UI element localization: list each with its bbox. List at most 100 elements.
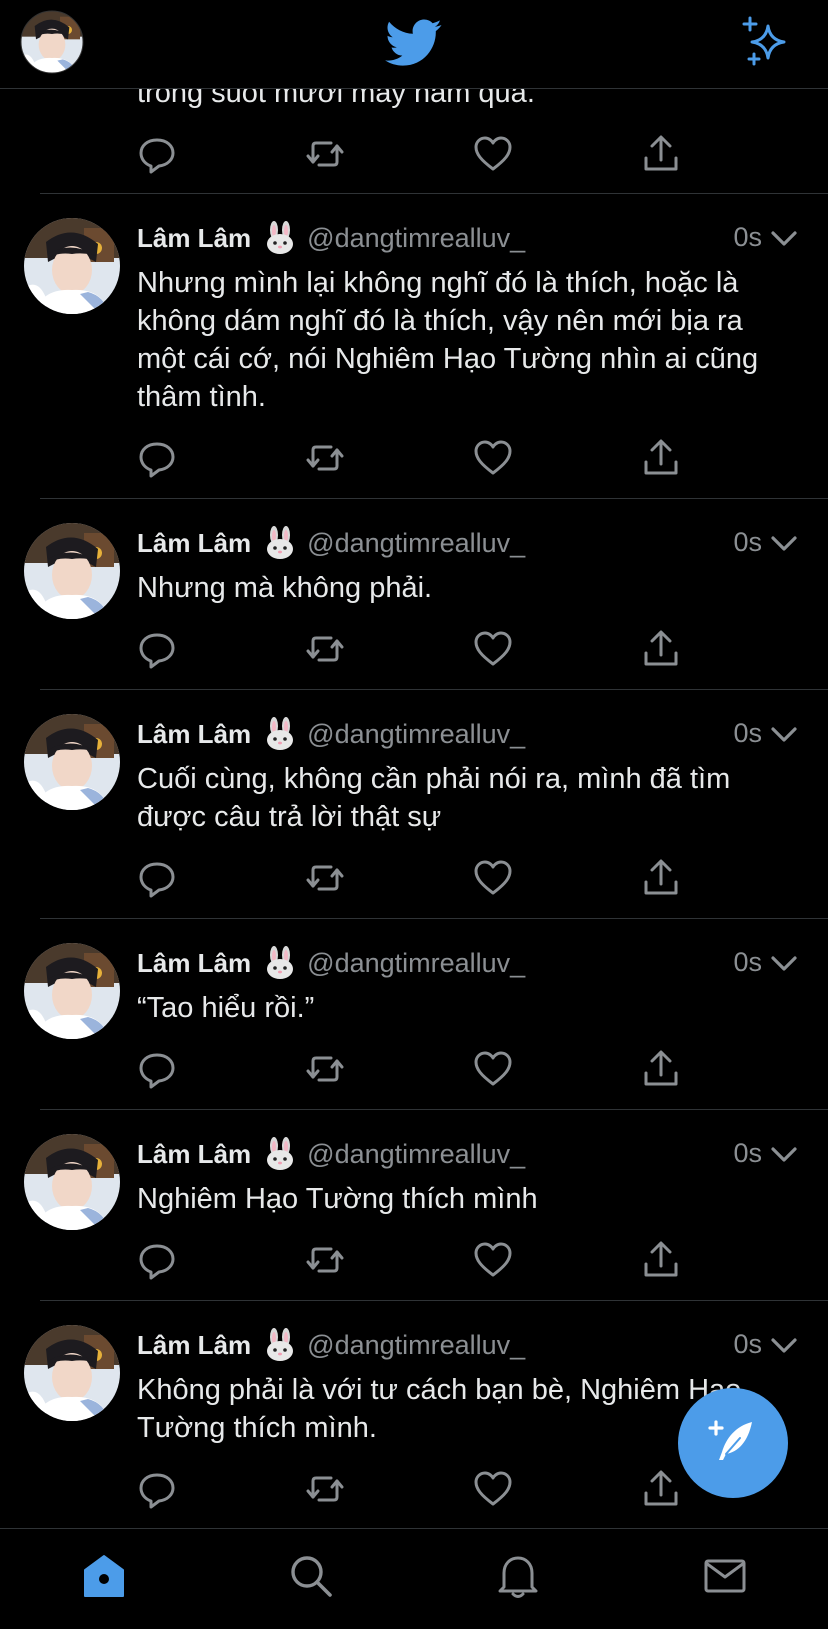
user-handle[interactable]: @dangtimrealluv_	[307, 948, 525, 979]
tweet-header: Lâm Lâm @dangtimrealluv_	[137, 945, 525, 981]
share-icon[interactable]	[641, 1469, 681, 1509]
display-name[interactable]: Lâm Lâm	[137, 1330, 251, 1361]
share-icon[interactable]	[641, 858, 681, 898]
search-icon[interactable]	[288, 1553, 334, 1599]
avatar[interactable]	[24, 943, 120, 1039]
user-handle[interactable]: @dangtimrealluv_	[307, 719, 525, 750]
tweet[interactable]: Lâm Lâm @dangtimrealluv_ 0s Nhưng mình l…	[0, 194, 828, 498]
like-icon[interactable]	[473, 629, 513, 669]
tweet-text: trong suốt mười mấy năm qua.	[137, 88, 535, 109]
tweet-actions	[137, 858, 697, 898]
display-name[interactable]: Lâm Lâm	[137, 948, 251, 979]
mail-icon[interactable]	[702, 1553, 748, 1599]
chevron-down-icon[interactable]	[770, 535, 798, 553]
chevron-down-icon[interactable]	[770, 726, 798, 744]
reply-icon[interactable]	[137, 629, 177, 669]
tweet-header: Lâm Lâm @dangtimrealluv_	[137, 525, 525, 561]
tweet-actions	[137, 438, 697, 478]
tweet-header: Lâm Lâm @dangtimrealluv_	[137, 1136, 525, 1172]
share-icon[interactable]	[641, 629, 681, 669]
avatar[interactable]	[24, 714, 120, 810]
reply-icon[interactable]	[137, 1469, 177, 1509]
display-name[interactable]: Lâm Lâm	[137, 719, 251, 750]
avatar[interactable]	[24, 523, 120, 619]
user-handle[interactable]: @dangtimrealluv_	[307, 528, 525, 559]
tweet-text: “Tao hiểu rồi.”	[137, 992, 315, 1024]
chevron-down-icon[interactable]	[770, 1146, 798, 1164]
timestamp: 0s	[733, 718, 762, 748]
like-icon[interactable]	[473, 134, 513, 174]
tweet-text: Nhưng mà không phải.	[137, 572, 433, 604]
timestamp: 0s	[733, 222, 762, 252]
tweet-text: Cuối cùng, không cần phải nói ra, mình đ…	[137, 763, 731, 833]
reply-icon[interactable]	[137, 1240, 177, 1280]
tweet[interactable]: Lâm Lâm @dangtimrealluv_ 0s Nhưng mà khô…	[0, 499, 828, 689]
tweet-header: Lâm Lâm @dangtimrealluv_	[137, 716, 525, 752]
home-icon[interactable]	[81, 1553, 127, 1599]
top-header	[0, 0, 828, 89]
timestamp: 0s	[733, 1138, 762, 1168]
compose-tweet-button[interactable]	[678, 1388, 788, 1498]
tweet-actions	[137, 1049, 697, 1089]
feather-compose-icon	[708, 1420, 752, 1460]
like-icon[interactable]	[473, 1240, 513, 1280]
sparkle-icon[interactable]	[740, 16, 790, 66]
tweet[interactable]: Lâm Lâm @dangtimrealluv_ 0s “Tao hiểu rồ…	[0, 919, 828, 1109]
chevron-down-icon[interactable]	[770, 955, 798, 973]
tweet-actions	[137, 1240, 697, 1280]
like-icon[interactable]	[473, 858, 513, 898]
avatar[interactable]	[24, 1325, 120, 1421]
bottom-tab-bar	[0, 1528, 828, 1629]
avatar[interactable]	[24, 1134, 120, 1230]
chevron-down-icon[interactable]	[770, 1337, 798, 1355]
tweet-actions	[137, 1469, 697, 1509]
retweet-icon[interactable]	[305, 1240, 345, 1280]
retweet-icon[interactable]	[305, 1049, 345, 1089]
tweet[interactable]: Lâm Lâm @dangtimrealluv_ 0s Cuối cùng, k…	[0, 690, 828, 918]
tweet-text: Nghiêm Hạo Tường thích mình	[137, 1183, 538, 1215]
share-icon[interactable]	[641, 134, 681, 174]
tweet-actions	[137, 134, 697, 174]
timestamp: 0s	[733, 947, 762, 977]
reply-icon[interactable]	[137, 438, 177, 478]
tweet-header: Lâm Lâm @dangtimrealluv_	[137, 1327, 525, 1363]
profile-avatar[interactable]	[20, 10, 84, 74]
like-icon[interactable]	[473, 1469, 513, 1509]
timestamp: 0s	[733, 527, 762, 557]
partial-tweet[interactable]: trong suốt mười mấy năm qua.	[0, 88, 828, 193]
rabbit-emoji-icon	[263, 946, 297, 980]
tweet[interactable]: Lâm Lâm @dangtimrealluv_ 0s Nghiêm Hạo T…	[0, 1110, 828, 1300]
share-icon[interactable]	[641, 438, 681, 478]
rabbit-emoji-icon	[263, 221, 297, 255]
reply-icon[interactable]	[137, 134, 177, 174]
display-name[interactable]: Lâm Lâm	[137, 528, 251, 559]
reply-icon[interactable]	[137, 1049, 177, 1089]
retweet-icon[interactable]	[305, 438, 345, 478]
tweet-header: Lâm Lâm @dangtimrealluv_	[137, 220, 525, 256]
share-icon[interactable]	[641, 1049, 681, 1089]
share-icon[interactable]	[641, 1240, 681, 1280]
like-icon[interactable]	[473, 1049, 513, 1089]
user-handle[interactable]: @dangtimrealluv_	[307, 1330, 525, 1361]
display-name[interactable]: Lâm Lâm	[137, 223, 251, 254]
display-name[interactable]: Lâm Lâm	[137, 1139, 251, 1170]
avatar[interactable]	[24, 218, 120, 314]
retweet-icon[interactable]	[305, 1469, 345, 1509]
retweet-icon[interactable]	[305, 629, 345, 669]
rabbit-emoji-icon	[263, 526, 297, 560]
chevron-down-icon[interactable]	[770, 230, 798, 248]
user-handle[interactable]: @dangtimrealluv_	[307, 1139, 525, 1170]
timestamp: 0s	[733, 1329, 762, 1359]
bell-icon[interactable]	[495, 1553, 541, 1599]
tweet-actions	[137, 629, 697, 669]
like-icon[interactable]	[473, 438, 513, 478]
user-handle[interactable]: @dangtimrealluv_	[307, 223, 525, 254]
rabbit-emoji-icon	[263, 1328, 297, 1362]
rabbit-emoji-icon	[263, 717, 297, 751]
retweet-icon[interactable]	[305, 858, 345, 898]
reply-icon[interactable]	[137, 858, 177, 898]
rabbit-emoji-icon	[263, 1137, 297, 1171]
twitter-bird-icon[interactable]	[384, 18, 444, 68]
retweet-icon[interactable]	[305, 134, 345, 174]
tweet-text: Nhưng mình lại không nghĩ đó là thích, h…	[137, 267, 759, 413]
